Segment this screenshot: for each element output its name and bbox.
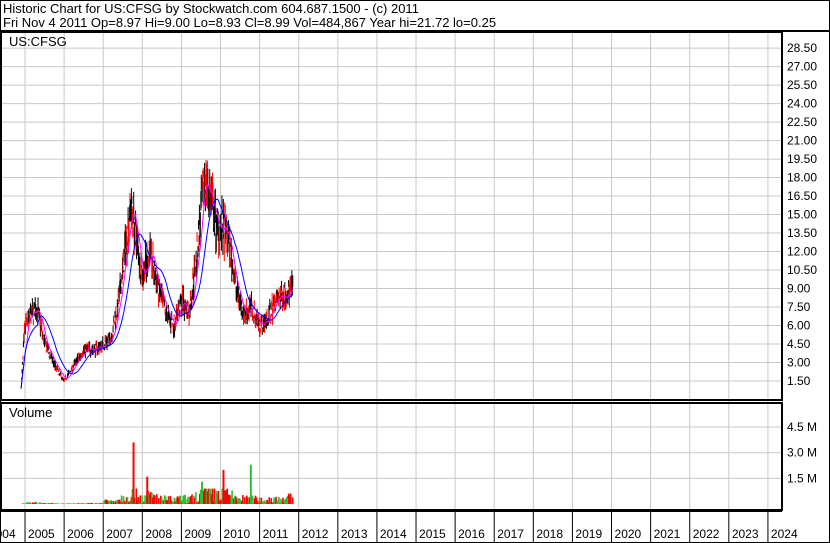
x-tick-label: 2023 — [732, 527, 759, 541]
price-tick-label: 28.50 — [787, 41, 817, 55]
volume-spike — [146, 476, 149, 504]
price-tick-label: 19.50 — [787, 152, 817, 166]
x-tick-label: 2011 — [263, 527, 289, 541]
x-tick-label: 2007 — [106, 527, 133, 541]
volume-bar — [91, 503, 94, 504]
x-tick-label: 2022 — [693, 527, 720, 541]
volume-tick-label: 1.5 M — [787, 471, 817, 485]
volume-spike — [132, 442, 135, 504]
chart-window: Historic Chart for US:CFSG by Stockwatch… — [0, 0, 830, 543]
price-tick-label: 27.00 — [787, 60, 817, 74]
x-tick-label: 2009 — [184, 527, 211, 541]
volume-tick-label: 4.5 M — [787, 420, 817, 434]
chart: US:CFSG Volume 2004 2005 2006 2007 2008 2009 2… — [0, 0, 830, 543]
x-tick-label: 2014 — [380, 527, 407, 541]
price-tick-label: 12.00 — [787, 245, 817, 259]
x-tick-label: 2019 — [575, 527, 602, 541]
x-tick-label: 2012 — [302, 527, 329, 541]
price-panel-frame — [0, 31, 783, 401]
volume-spike — [200, 481, 203, 504]
price-tick-label: 21.00 — [787, 134, 817, 148]
volume-spike — [249, 464, 252, 504]
price-tick-label: 25.50 — [787, 78, 817, 92]
price-tick-label: 7.50 — [787, 300, 811, 314]
volume-bar — [101, 503, 103, 504]
volume-panel-frame — [0, 402, 783, 511]
x-tick-label: 2010 — [224, 527, 251, 541]
volume-bar — [278, 496, 280, 504]
long-ma-line — [20, 198, 294, 389]
volume-bar — [251, 495, 254, 504]
x-tick-label: 2004 — [0, 527, 16, 541]
price-tick-label: 24.00 — [787, 97, 817, 111]
x-tick-label: 2018 — [536, 527, 563, 541]
x-tick-label: 2021 — [654, 527, 681, 541]
price-tick-label: 13.50 — [787, 226, 817, 240]
volume-tick-label: 3.0 M — [787, 446, 817, 460]
x-tick-label: 2006 — [67, 527, 94, 541]
x-tick-label: 2008 — [145, 527, 172, 541]
volume-bar — [77, 503, 80, 504]
volume-bar — [195, 492, 197, 504]
volume-bar — [57, 503, 59, 504]
price-panel-label: US:CFSG — [9, 34, 67, 49]
price-tick-label: 16.50 — [787, 189, 817, 203]
x-tick-label: 2020 — [615, 527, 642, 541]
volume-bar — [289, 493, 292, 504]
x-tick-label: 2015 — [419, 527, 446, 541]
volume-bar — [291, 497, 294, 504]
x-tick-label: 2005 — [28, 527, 55, 541]
price-tick-label: 3.00 — [787, 356, 811, 370]
volume-panel-label: Volume — [9, 405, 52, 420]
x-tick-label: 2016 — [458, 527, 485, 541]
price-tick-label: 15.00 — [787, 208, 817, 222]
price-tick-label: 10.50 — [787, 263, 817, 277]
x-tick-label: 2013 — [341, 527, 368, 541]
volume-bar — [184, 494, 186, 504]
price-tick-label: 1.50 — [787, 374, 811, 388]
x-tick-label: 2024 — [771, 527, 798, 541]
price-tick-label: 6.00 — [787, 319, 811, 333]
volume-spike — [222, 469, 225, 504]
price-tick-label: 4.50 — [787, 337, 811, 351]
price-tick-label: 22.50 — [787, 115, 817, 129]
price-tick-label: 18.00 — [787, 171, 817, 185]
price-tick-label: 9.00 — [787, 282, 811, 296]
x-tick-label: 2017 — [497, 527, 524, 541]
